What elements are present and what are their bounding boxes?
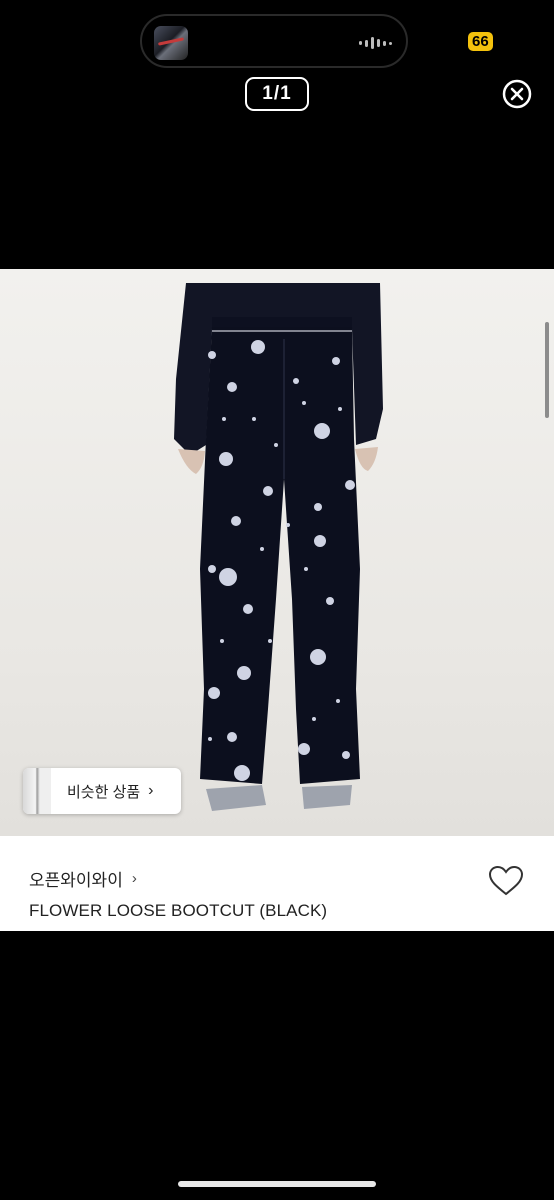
home-indicator [178, 1181, 376, 1187]
similar-products-label: 비슷한 상품 [67, 783, 141, 801]
now-playing-artwork [154, 26, 188, 60]
close-button[interactable] [501, 78, 533, 110]
similar-product-thumbnail [23, 768, 51, 814]
image-counter: 1/1 [245, 77, 309, 111]
like-button[interactable] [488, 865, 524, 897]
brand-link[interactable]: 오픈와이와이 › [29, 866, 137, 891]
brand-name: 오픈와이와이 [29, 871, 123, 890]
heart-outline-icon [488, 865, 524, 896]
audio-wave-icon [359, 36, 392, 50]
product-info-panel: 오픈와이와이 › FLOWER LOOSE BOOTCUT (BLACK) [0, 836, 554, 931]
close-circle-icon [502, 79, 532, 109]
dynamic-island [140, 14, 408, 68]
battery-indicator: 66 [468, 32, 493, 51]
scrollbar[interactable] [545, 322, 549, 418]
product-title: FLOWER LOOSE BOOTCUT (BLACK) [29, 901, 328, 920]
product-image[interactable] [0, 269, 554, 836]
chevron-right-icon: › [131, 870, 137, 887]
chevron-right-icon: › [148, 782, 154, 799]
similar-products-button[interactable]: 비슷한 상품 › [23, 768, 181, 814]
